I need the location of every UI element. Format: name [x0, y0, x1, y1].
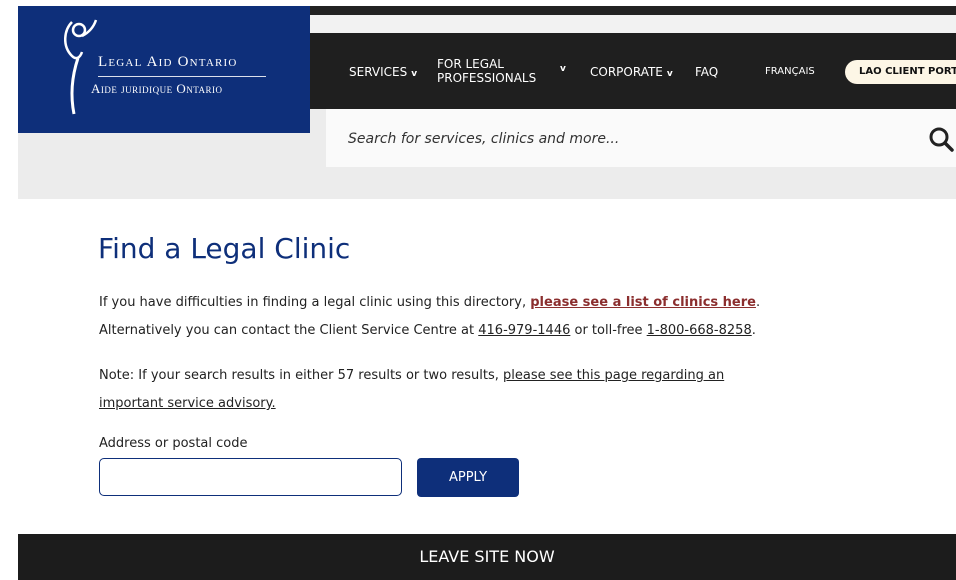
site-logo[interactable]: Legal Aid Ontario Aide juridique Ontario	[18, 6, 310, 133]
nav-corporate[interactable]: CORPORATE v	[590, 65, 673, 79]
logo-figure-icon	[64, 19, 98, 115]
top-strip-light	[310, 15, 956, 33]
search-input[interactable]: Search for services, clinics and more...	[348, 131, 619, 147]
logo-name-fr: Aide juridique Ontario	[91, 81, 223, 96]
address-input[interactable]	[99, 458, 402, 496]
nav-for-legal-professionals[interactable]: FOR LEGAL PROFESSIONALS	[437, 57, 536, 85]
language-toggle[interactable]: FRANÇAIS	[765, 66, 815, 77]
nav-services[interactable]: SERVICES v	[349, 65, 417, 79]
clinic-list-link[interactable]: please see a list of clinics here	[530, 295, 756, 310]
main-nav: SERVICES v FOR LEGAL PROFESSIONALS v CORP…	[310, 33, 956, 109]
address-label: Address or postal code	[99, 436, 248, 451]
chevron-down-icon: v	[411, 69, 418, 79]
search-icon[interactable]	[928, 126, 954, 152]
chevron-down-icon: v	[666, 69, 673, 79]
service-advisory-link[interactable]: please see this page regarding an	[503, 368, 724, 383]
logo-name-en: Legal Aid Ontario	[98, 54, 238, 70]
phone-link-local[interactable]: 416-979-1446	[478, 323, 570, 338]
search-box[interactable]: Search for services, clinics and more...	[326, 109, 956, 167]
phone-link-tollfree[interactable]: 1-800-668-8258	[647, 323, 752, 338]
leave-site-button[interactable]: LEAVE SITE NOW	[18, 534, 956, 580]
chevron-down-icon[interactable]: v	[556, 60, 566, 74]
service-advisory-link-cont[interactable]: important service advisory.	[99, 396, 276, 411]
intro-paragraph: If you have difficulties in finding a le…	[99, 295, 761, 310]
client-portal-button[interactable]: LAO CLIENT PORTAL	[845, 60, 956, 84]
apply-button[interactable]: APPLY	[417, 458, 519, 497]
page-title: Find a Legal Clinic	[98, 232, 351, 265]
contact-paragraph: Alternatively you can contact the Client…	[99, 323, 756, 338]
logo-divider	[98, 76, 266, 77]
note-paragraph: Note: If your search results in either 5…	[99, 368, 725, 383]
nav-faq[interactable]: FAQ	[695, 65, 718, 79]
note-paragraph-line2: important service advisory.	[99, 396, 276, 411]
top-strip	[310, 6, 956, 15]
